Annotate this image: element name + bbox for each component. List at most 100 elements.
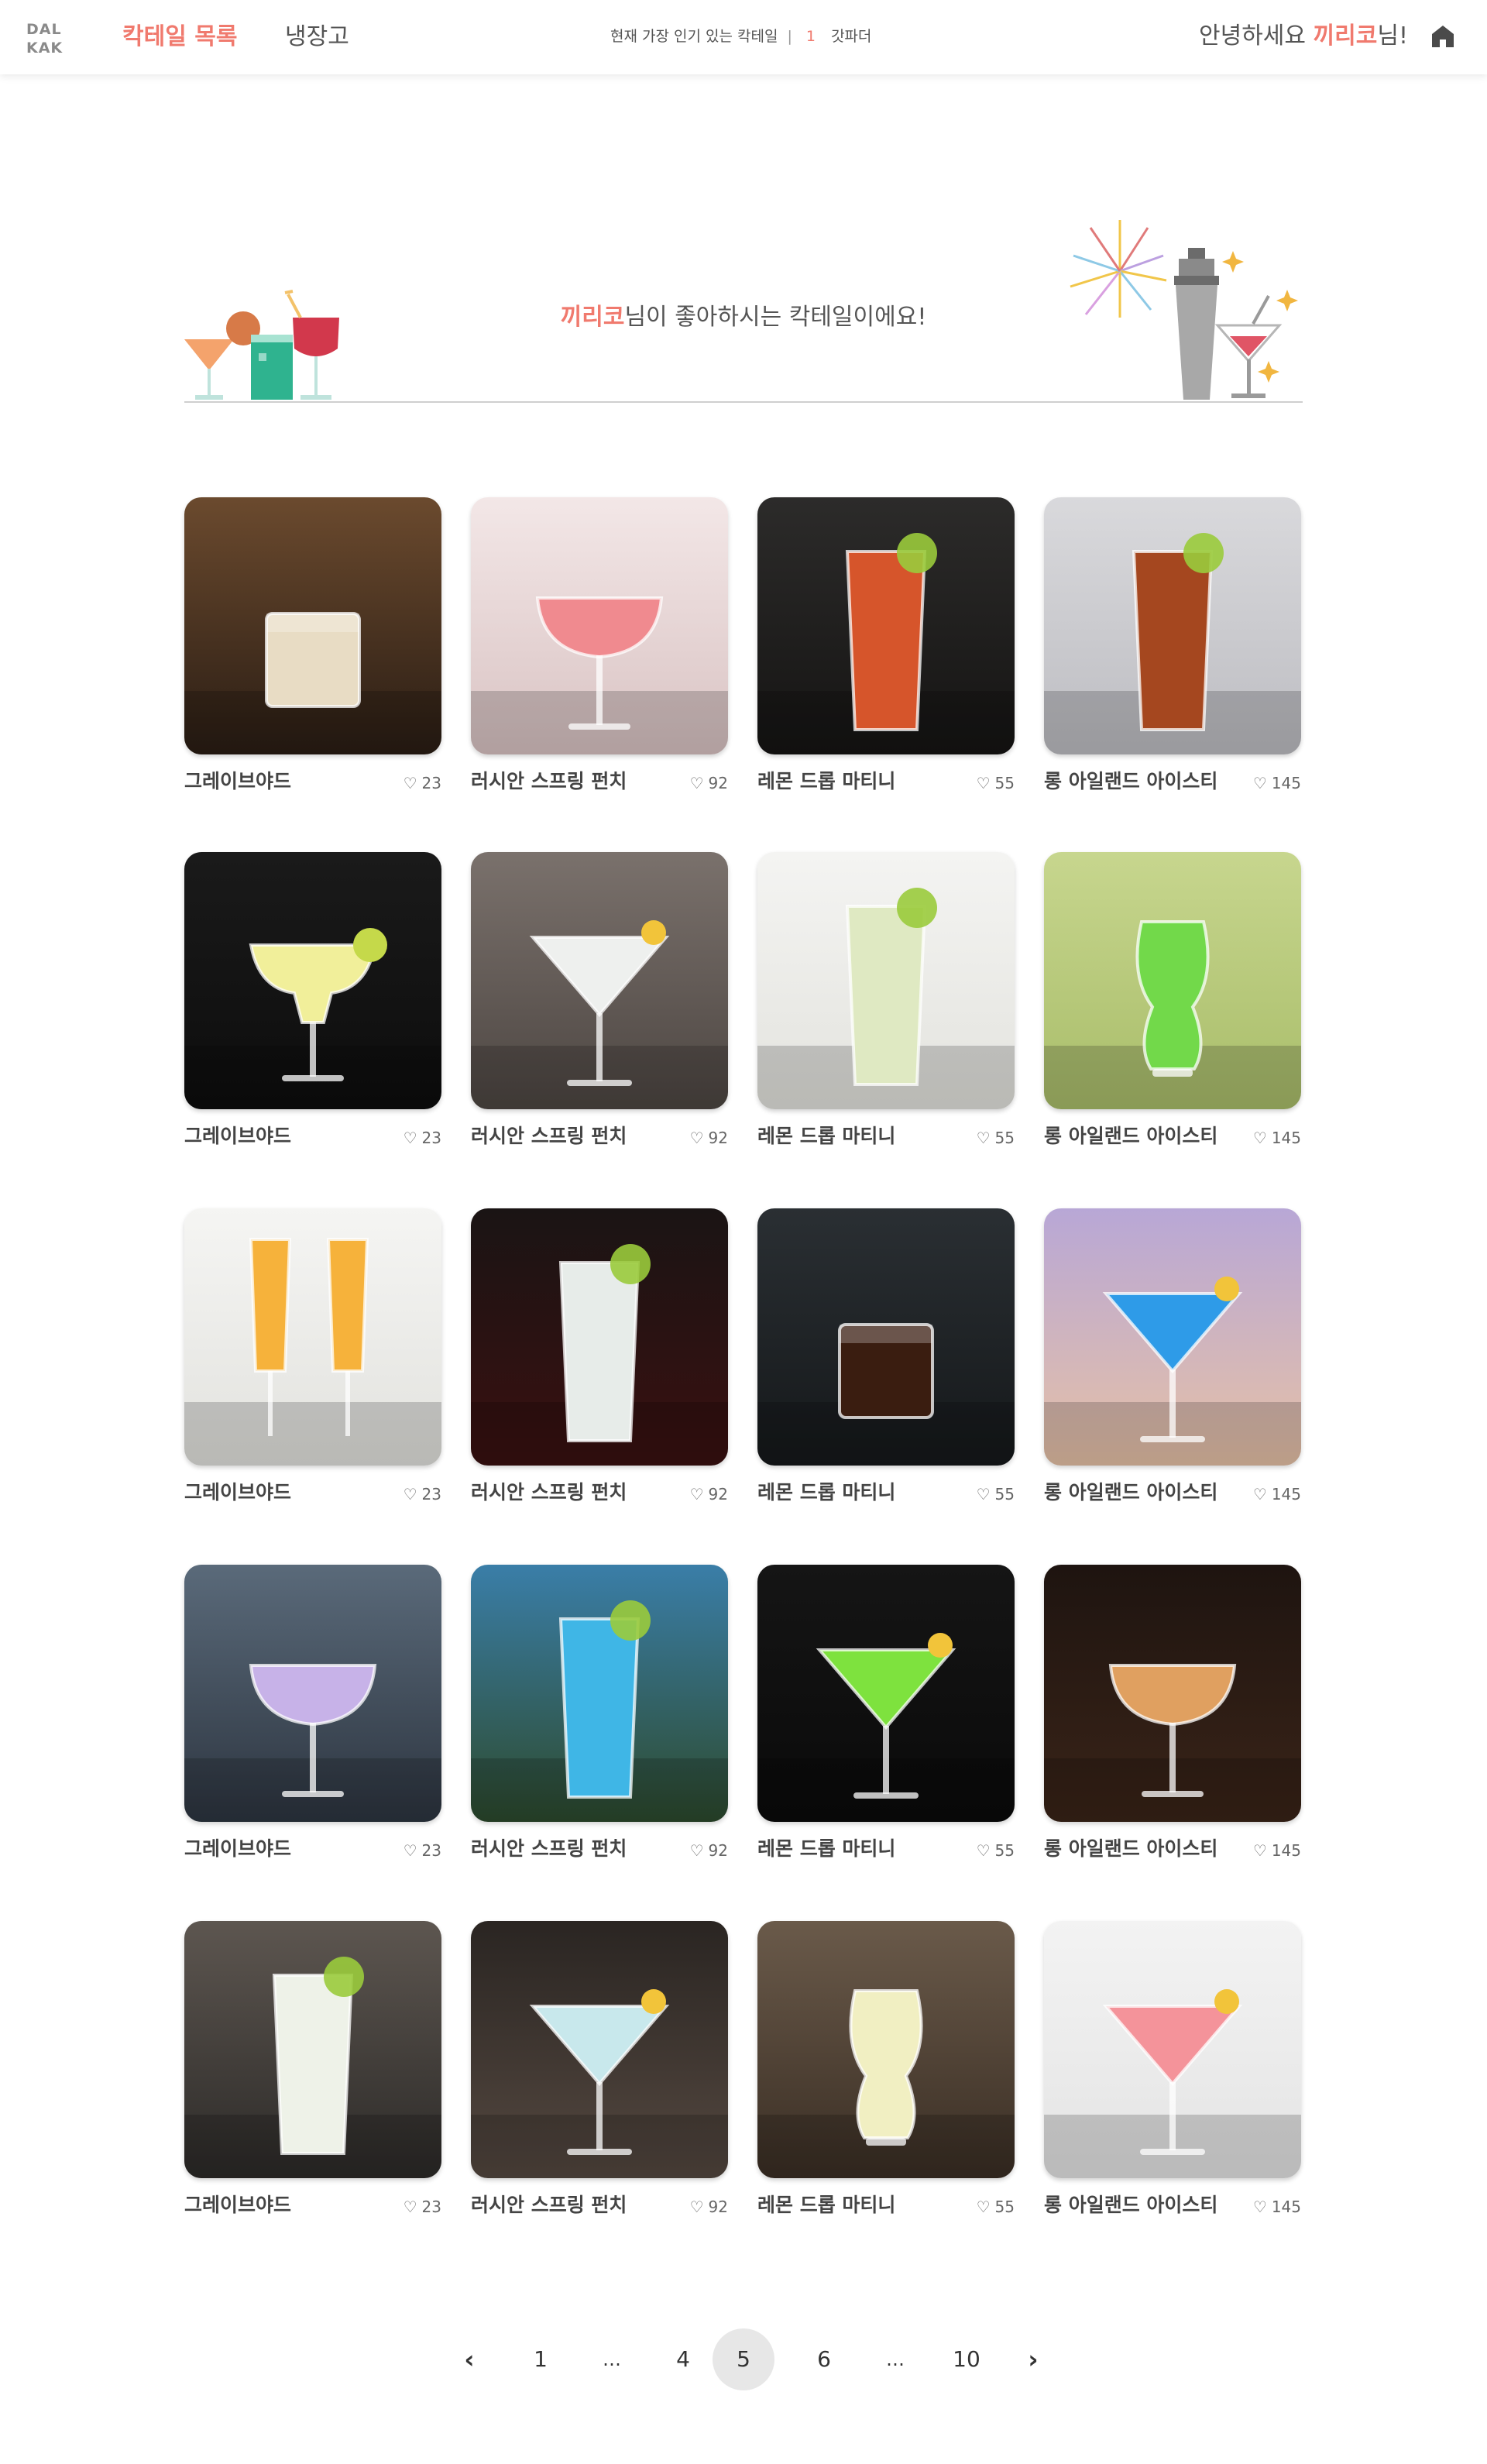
cocktail-card[interactable]: 러시안 스프링 펀치 ♡ 92: [471, 1921, 728, 2231]
heart-icon[interactable]: ♡: [404, 1840, 417, 1861]
cocktail-card[interactable]: 롱 아일랜드 아이스티 ♡ 145: [1044, 1565, 1301, 1875]
page-4[interactable]: 4: [652, 2328, 714, 2390]
home-icon[interactable]: [1430, 23, 1456, 50]
cocktail-name[interactable]: 레몬 드롭 마티니: [757, 1479, 895, 1506]
like-count[interactable]: ♡ 145: [1253, 1840, 1301, 1861]
cocktail-card[interactable]: 롱 아일랜드 아이스티 ♡ 145: [1044, 1921, 1301, 2231]
heart-icon[interactable]: ♡: [690, 1128, 704, 1148]
page-1[interactable]: 1: [510, 2328, 572, 2390]
like-count[interactable]: ♡ 23: [404, 1128, 441, 1148]
cocktail-image[interactable]: [184, 1565, 441, 1822]
like-count[interactable]: ♡ 23: [404, 773, 441, 793]
like-count[interactable]: ♡ 23: [404, 1840, 441, 1861]
cocktail-name[interactable]: 롱 아일랜드 아이스티: [1044, 2192, 1217, 2218]
prev-page-button[interactable]: ‹: [438, 2328, 500, 2390]
heart-icon[interactable]: ♡: [690, 1840, 704, 1861]
nav-fridge[interactable]: 냉장고: [285, 22, 349, 53]
cocktail-image[interactable]: [1044, 1208, 1301, 1466]
cocktail-card[interactable]: 레몬 드롭 마티니 ♡ 55: [757, 852, 1015, 1162]
cocktail-name[interactable]: 롱 아일랜드 아이스티: [1044, 1479, 1217, 1506]
heart-icon[interactable]: ♡: [1253, 1484, 1267, 1504]
cocktail-name[interactable]: 그레이브야드: [184, 1123, 291, 1150]
like-count[interactable]: ♡ 145: [1253, 773, 1301, 793]
heart-icon[interactable]: ♡: [1253, 773, 1267, 793]
cocktail-image[interactable]: [184, 1921, 441, 2178]
heart-icon[interactable]: ♡: [404, 1128, 417, 1148]
like-count[interactable]: ♡ 55: [977, 1484, 1015, 1504]
like-count[interactable]: ♡ 23: [404, 2197, 441, 2217]
like-count[interactable]: ♡ 145: [1253, 1484, 1301, 1504]
like-count[interactable]: ♡ 145: [1253, 2197, 1301, 2217]
heart-icon[interactable]: ♡: [977, 2197, 991, 2217]
heart-icon[interactable]: ♡: [1253, 1840, 1267, 1861]
logo[interactable]: DAL KAK: [26, 20, 73, 57]
cocktail-image[interactable]: [757, 497, 1015, 754]
cocktail-name[interactable]: 그레이브야드: [184, 1836, 291, 1862]
page-5-current[interactable]: 5: [713, 2328, 774, 2390]
cocktail-image[interactable]: [184, 1208, 441, 1466]
cocktail-name[interactable]: 러시안 스프링 펀치: [471, 768, 627, 795]
cocktail-card[interactable]: 그레이브야드 ♡ 23: [184, 1921, 441, 2231]
like-count[interactable]: ♡ 145: [1253, 1128, 1301, 1148]
like-count[interactable]: ♡ 55: [977, 1128, 1015, 1148]
page-10[interactable]: 10: [936, 2328, 998, 2390]
cocktail-image[interactable]: [471, 1208, 728, 1466]
heart-icon[interactable]: ♡: [404, 2197, 417, 2217]
cocktail-card[interactable]: 러시안 스프링 펀치 ♡ 92: [471, 852, 728, 1162]
cocktail-card[interactable]: 레몬 드롭 마티니 ♡ 55: [757, 1208, 1015, 1518]
next-page-button[interactable]: ›: [1002, 2328, 1064, 2390]
cocktail-image[interactable]: [757, 1921, 1015, 2178]
cocktail-card[interactable]: 롱 아일랜드 아이스티 ♡ 145: [1044, 852, 1301, 1162]
like-count[interactable]: ♡ 92: [690, 1840, 728, 1861]
heart-icon[interactable]: ♡: [404, 1484, 417, 1504]
cocktail-card[interactable]: 그레이브야드 ♡ 23: [184, 1208, 441, 1518]
heart-icon[interactable]: ♡: [690, 773, 704, 793]
cocktail-card[interactable]: 레몬 드롭 마티니 ♡ 55: [757, 497, 1015, 807]
cocktail-card[interactable]: 러시안 스프링 펀치 ♡ 92: [471, 1208, 728, 1518]
cocktail-name[interactable]: 롱 아일랜드 아이스티: [1044, 1836, 1217, 1862]
cocktail-image[interactable]: [1044, 1921, 1301, 2178]
like-count[interactable]: ♡ 55: [977, 2197, 1015, 2217]
popular-cocktail-ticker[interactable]: 현재 가장 인기 있는 칵테일 | 1 갓파더: [610, 26, 871, 46]
heart-icon[interactable]: ♡: [690, 2197, 704, 2217]
like-count[interactable]: ♡ 92: [690, 2197, 728, 2217]
cocktail-card[interactable]: 그레이브야드 ♡ 23: [184, 1565, 441, 1875]
cocktail-name[interactable]: 그레이브야드: [184, 768, 291, 795]
heart-icon[interactable]: ♡: [977, 1484, 991, 1504]
cocktail-card[interactable]: 러시안 스프링 펀치 ♡ 92: [471, 1565, 728, 1875]
like-count[interactable]: ♡ 55: [977, 1840, 1015, 1861]
cocktail-image[interactable]: [1044, 852, 1301, 1109]
cocktail-image[interactable]: [757, 1208, 1015, 1466]
cocktail-image[interactable]: [184, 852, 441, 1109]
heart-icon[interactable]: ♡: [977, 1840, 991, 1861]
cocktail-name[interactable]: 롱 아일랜드 아이스티: [1044, 768, 1217, 795]
cocktail-image[interactable]: [471, 1921, 728, 2178]
cocktail-name[interactable]: 러시안 스프링 펀치: [471, 1479, 627, 1506]
cocktail-image[interactable]: [1044, 1565, 1301, 1822]
like-count[interactable]: ♡ 92: [690, 1484, 728, 1504]
cocktail-card[interactable]: 그레이브야드 ♡ 23: [184, 852, 441, 1162]
cocktail-name[interactable]: 러시안 스프링 펀치: [471, 1123, 627, 1150]
cocktail-name[interactable]: 러시안 스프링 펀치: [471, 2192, 627, 2218]
cocktail-name[interactable]: 레몬 드롭 마티니: [757, 2192, 895, 2218]
cocktail-image[interactable]: [471, 852, 728, 1109]
cocktail-name[interactable]: 그레이브야드: [184, 1479, 291, 1506]
cocktail-name[interactable]: 레몬 드롭 마티니: [757, 768, 895, 795]
cocktail-card[interactable]: 레몬 드롭 마티니 ♡ 55: [757, 1921, 1015, 2231]
heart-icon[interactable]: ♡: [977, 773, 991, 793]
heart-icon[interactable]: ♡: [977, 1128, 991, 1148]
cocktail-image[interactable]: [757, 852, 1015, 1109]
cocktail-image[interactable]: [471, 497, 728, 754]
cocktail-card[interactable]: 레몬 드롭 마티니 ♡ 55: [757, 1565, 1015, 1875]
nav-cocktail-list[interactable]: 칵테일 목록: [122, 22, 237, 53]
cocktail-image[interactable]: [184, 497, 441, 754]
cocktail-name[interactable]: 러시안 스프링 펀치: [471, 1836, 627, 1862]
cocktail-card[interactable]: 롱 아일랜드 아이스티 ♡ 145: [1044, 1208, 1301, 1518]
like-count[interactable]: ♡ 23: [404, 1484, 441, 1504]
cocktail-name[interactable]: 롱 아일랜드 아이스티: [1044, 1123, 1217, 1150]
cocktail-name[interactable]: 그레이브야드: [184, 2192, 291, 2218]
page-6[interactable]: 6: [793, 2328, 855, 2390]
cocktail-card[interactable]: 러시안 스프링 펀치 ♡ 92: [471, 497, 728, 807]
heart-icon[interactable]: ♡: [1253, 1128, 1267, 1148]
cocktail-name[interactable]: 레몬 드롭 마티니: [757, 1123, 895, 1150]
